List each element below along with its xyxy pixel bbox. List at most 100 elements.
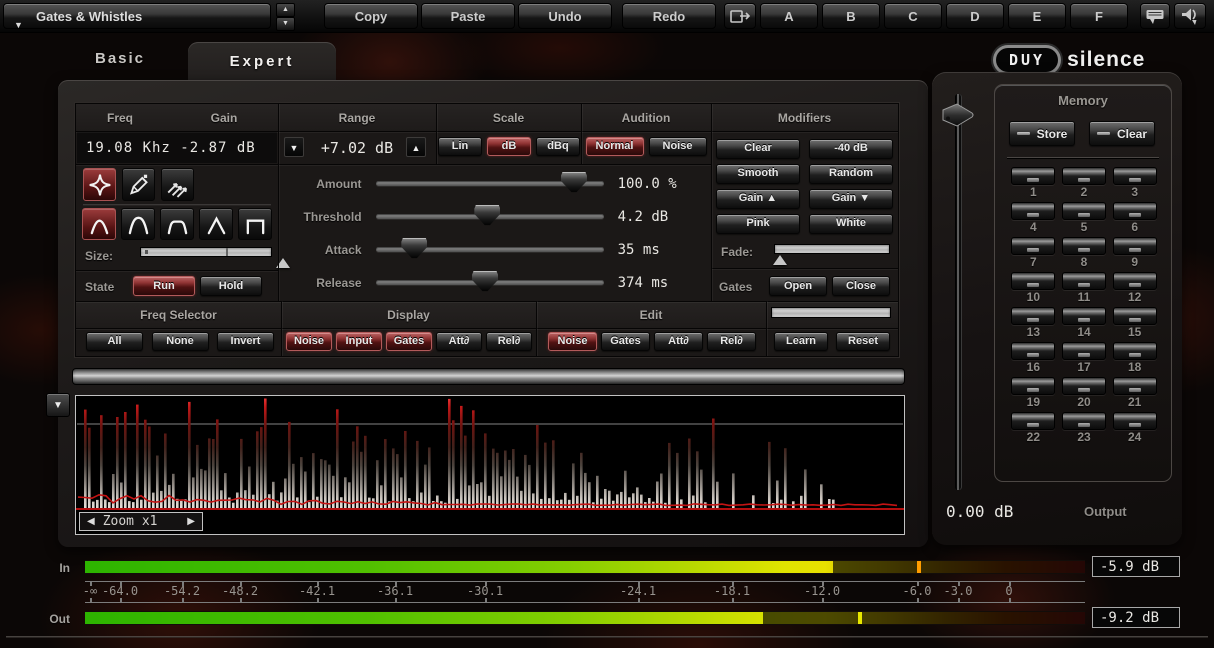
memory-slot-button-12[interactable] xyxy=(1113,272,1157,290)
edit-att-button[interactable]: Att∂ xyxy=(654,332,703,351)
spectrum-collapse-button[interactable]: ▼ xyxy=(46,393,70,417)
tool-pencil-button[interactable] xyxy=(122,168,155,201)
memory-slot-button-2[interactable] xyxy=(1062,167,1106,185)
tab-basic[interactable]: Basic xyxy=(95,50,145,67)
memory-slot-button-15[interactable] xyxy=(1113,307,1157,325)
freq-select-none-button[interactable]: None xyxy=(152,332,209,351)
shape-triangle-button[interactable] xyxy=(199,208,233,240)
memory-clear-button[interactable]: Clear xyxy=(1089,121,1155,146)
preset-name-field[interactable]: ▼ Gates & Whistles xyxy=(3,3,271,29)
slot-a-button[interactable]: A xyxy=(760,3,818,29)
keyboard-help-button[interactable] xyxy=(1140,3,1170,29)
state-hold-button[interactable]: Hold xyxy=(200,276,262,296)
param-slider-thumb[interactable] xyxy=(561,172,587,193)
memory-slot-button-20[interactable] xyxy=(1062,377,1106,395)
memory-slot-button-7[interactable] xyxy=(1011,237,1055,255)
param-slider-track[interactable] xyxy=(376,247,604,252)
slot-e-button[interactable]: E xyxy=(1008,3,1066,29)
modifier-smooth-button[interactable]: Smooth xyxy=(716,164,800,184)
reset-button[interactable]: Reset xyxy=(836,332,890,351)
audio-help-button[interactable] xyxy=(1174,3,1206,29)
display-input-button[interactable]: Input xyxy=(336,332,382,351)
output-fader-track[interactable] xyxy=(955,94,962,490)
memory-slot-button-24[interactable] xyxy=(1113,412,1157,430)
modifier-clear-button[interactable]: Clear xyxy=(716,139,800,159)
scale-dbq-button[interactable]: dBq xyxy=(536,137,580,156)
memory-slot-button-3[interactable] xyxy=(1113,167,1157,185)
slot-f-button[interactable]: F xyxy=(1070,3,1128,29)
preset-dropdown-icon[interactable]: ▼ xyxy=(14,12,23,38)
output-fader[interactable] xyxy=(940,90,976,494)
spectrum-display[interactable]: ◀ Zoom x1 ▶ xyxy=(75,395,905,535)
shape-plateau-button[interactable] xyxy=(160,208,194,240)
learn-button[interactable]: Learn xyxy=(774,332,828,351)
slot-d-button[interactable]: D xyxy=(946,3,1004,29)
range-decrement-button[interactable]: ▼ xyxy=(284,137,304,157)
memory-slot-button-10[interactable] xyxy=(1011,272,1055,290)
zoom-in-button[interactable]: ▶ xyxy=(187,517,195,527)
output-fader-thumb[interactable] xyxy=(941,102,975,128)
modifier-40-db-button[interactable]: -40 dB xyxy=(809,139,893,159)
edit-gates-button[interactable]: Gates xyxy=(601,332,650,351)
memory-slot-button-19[interactable] xyxy=(1011,377,1055,395)
memory-slot-button-14[interactable] xyxy=(1062,307,1106,325)
tab-expert[interactable]: Expert xyxy=(188,42,336,82)
copy-to-slot-button[interactable] xyxy=(724,3,756,29)
modifier-white-button[interactable]: White xyxy=(809,214,893,234)
scale-db-button[interactable]: dB xyxy=(487,137,531,156)
audition-noise-button[interactable]: Noise xyxy=(649,137,707,156)
slot-b-button[interactable]: B xyxy=(822,3,880,29)
scale-lin-button[interactable]: Lin xyxy=(438,137,482,156)
shape-wide-bell-button[interactable] xyxy=(121,208,155,240)
param-slider-thumb[interactable] xyxy=(401,238,427,259)
tool-hatch-button[interactable] xyxy=(161,168,194,201)
zoom-out-button[interactable]: ◀ xyxy=(87,517,95,527)
memory-slot-button-6[interactable] xyxy=(1113,202,1157,220)
spectrum-scrollbar[interactable] xyxy=(72,368,905,385)
tool-node-button[interactable] xyxy=(83,168,116,201)
memory-slot-button-4[interactable] xyxy=(1011,202,1055,220)
param-slider-track[interactable] xyxy=(376,181,604,186)
memory-slot-button-13[interactable] xyxy=(1011,307,1055,325)
display-rel-button[interactable]: Rel∂ xyxy=(486,332,532,351)
param-slider-thumb[interactable] xyxy=(474,205,500,226)
modifier-gain-down-button[interactable]: Gain ▼ xyxy=(809,189,893,209)
freq-select-invert-button[interactable]: Invert xyxy=(217,332,274,351)
memory-slot-button-18[interactable] xyxy=(1113,342,1157,360)
audition-normal-button[interactable]: Normal xyxy=(586,137,644,156)
display-gates-button[interactable]: Gates xyxy=(386,332,432,351)
memory-slot-button-8[interactable] xyxy=(1062,237,1106,255)
modifier-gain-up-button[interactable]: Gain ▲ xyxy=(716,189,800,209)
memory-slot-button-21[interactable] xyxy=(1113,377,1157,395)
undo-button[interactable]: Undo xyxy=(518,3,612,29)
fade-slider-thumb[interactable] xyxy=(773,255,787,265)
display-att-button[interactable]: Att∂ xyxy=(436,332,482,351)
redo-button[interactable]: Redo xyxy=(622,3,716,29)
memory-slot-button-22[interactable] xyxy=(1011,412,1055,430)
memory-slot-button-5[interactable] xyxy=(1062,202,1106,220)
memory-slot-button-9[interactable] xyxy=(1113,237,1157,255)
edit-noise-button[interactable]: Noise xyxy=(548,332,597,351)
display-noise-button[interactable]: Noise xyxy=(286,332,332,351)
modifier-pink-button[interactable]: Pink xyxy=(716,214,800,234)
memory-slot-button-17[interactable] xyxy=(1062,342,1106,360)
gates-open-button[interactable]: Open xyxy=(769,276,827,296)
preset-spinner-up-button[interactable]: ▲ xyxy=(276,3,295,17)
state-run-button[interactable]: Run xyxy=(133,276,195,296)
param-slider-thumb[interactable] xyxy=(472,271,498,292)
shape-square-button[interactable] xyxy=(238,208,272,240)
edit-rel-button[interactable]: Rel∂ xyxy=(707,332,756,351)
memory-store-button[interactable]: Store xyxy=(1009,121,1075,146)
shape-narrow-bell-button[interactable] xyxy=(82,208,116,240)
fade-slider[interactable] xyxy=(774,244,890,254)
memory-slot-button-23[interactable] xyxy=(1062,412,1106,430)
slot-c-button[interactable]: C xyxy=(884,3,942,29)
memory-slot-button-16[interactable] xyxy=(1011,342,1055,360)
preset-spinner-down-button[interactable]: ▼ xyxy=(276,17,295,31)
modifier-random-button[interactable]: Random xyxy=(809,164,893,184)
memory-slot-button-11[interactable] xyxy=(1062,272,1106,290)
param-slider-track[interactable] xyxy=(376,280,604,285)
gates-close-button[interactable]: Close xyxy=(832,276,890,296)
param-slider-track[interactable] xyxy=(376,214,604,219)
range-increment-button[interactable]: ▲ xyxy=(406,137,426,157)
